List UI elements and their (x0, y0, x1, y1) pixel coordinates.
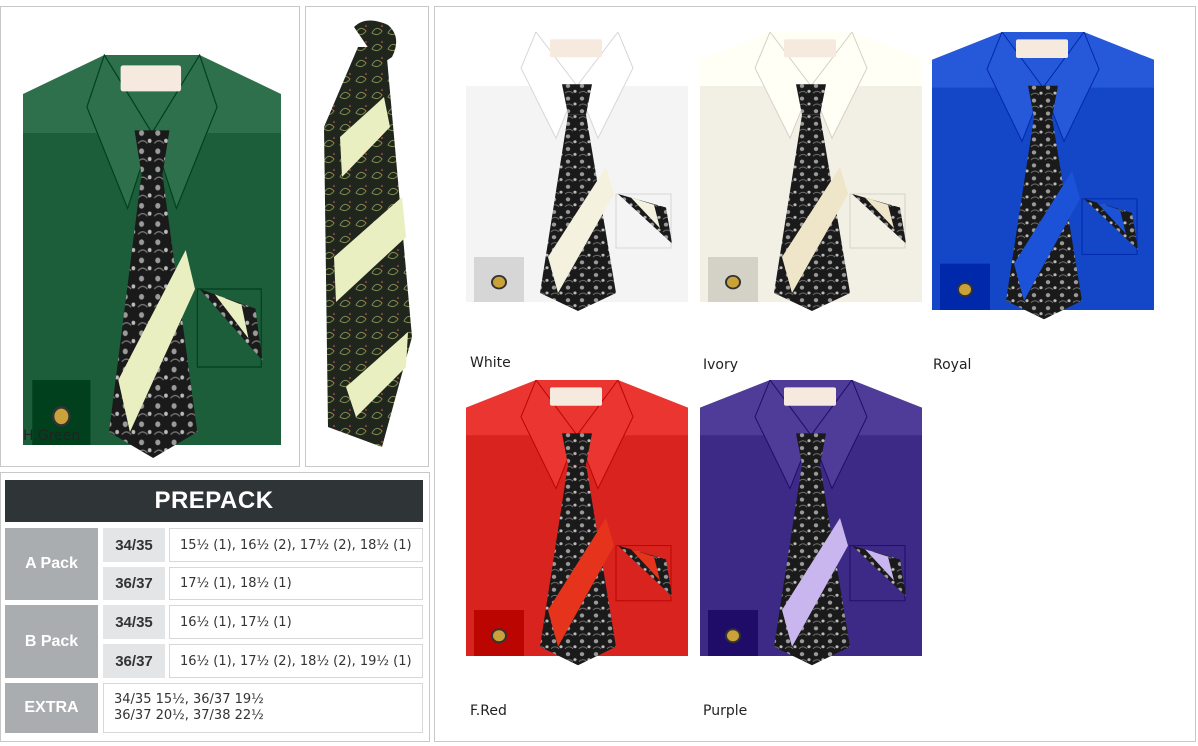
extra-line: 34/35 15½, 36/37 19½ (114, 692, 264, 707)
shirt-image-ivory (700, 32, 922, 311)
extra-line: 36/37 20½, 37/38 22½ (114, 708, 264, 723)
extra-label: EXTRA (5, 683, 98, 733)
size-label: 36/37 (103, 644, 165, 678)
color-label: F.Red (470, 703, 507, 719)
color-label: Ivory (703, 357, 739, 373)
cufflink (491, 628, 507, 644)
extra-values: 34/35 15½, 36/37 19½ 36/37 20½, 37/38 22… (103, 683, 423, 733)
cufflink (52, 405, 71, 427)
shirt-image-fred (466, 380, 688, 666)
size-values: 16½ (1), 17½ (1) (169, 605, 423, 639)
prepack-title: PREPACK (5, 480, 423, 522)
size-label: 34/35 (103, 528, 165, 562)
b-pack-label: B Pack (5, 605, 98, 678)
brand-label (550, 387, 602, 406)
shirt-image-royal (932, 32, 1154, 320)
size-values: 17½ (1), 18½ (1) (169, 567, 423, 600)
brand-label (784, 39, 836, 58)
shirt-image-purple (700, 380, 922, 666)
color-label: H.Green (23, 428, 81, 444)
color-label: Purple (703, 703, 748, 719)
brand-label (1016, 39, 1068, 58)
size-label: 34/35 (103, 605, 165, 639)
color-label: Royal (933, 357, 972, 373)
cufflink (725, 628, 741, 644)
product-panel-hgreen: H.Green (0, 6, 300, 467)
brand-label (784, 387, 836, 406)
shirt-image-hgreen (23, 53, 281, 459)
brand-label (550, 39, 602, 58)
cufflink (957, 282, 973, 298)
color-label: White (470, 355, 511, 371)
size-label: 36/37 (103, 567, 165, 600)
size-values: 15½ (1), 16½ (2), 17½ (2), 18½ (1) (169, 528, 423, 562)
product-panel-tie (305, 6, 429, 467)
a-pack-label: A Pack (5, 528, 98, 600)
cufflink (491, 275, 507, 290)
brand-label (120, 65, 182, 92)
tie-image (324, 20, 412, 447)
size-values: 16½ (1), 17½ (2), 18½ (2), 19½ (1) (169, 644, 423, 678)
shirt-image-white (466, 32, 688, 311)
cufflink (725, 275, 741, 290)
